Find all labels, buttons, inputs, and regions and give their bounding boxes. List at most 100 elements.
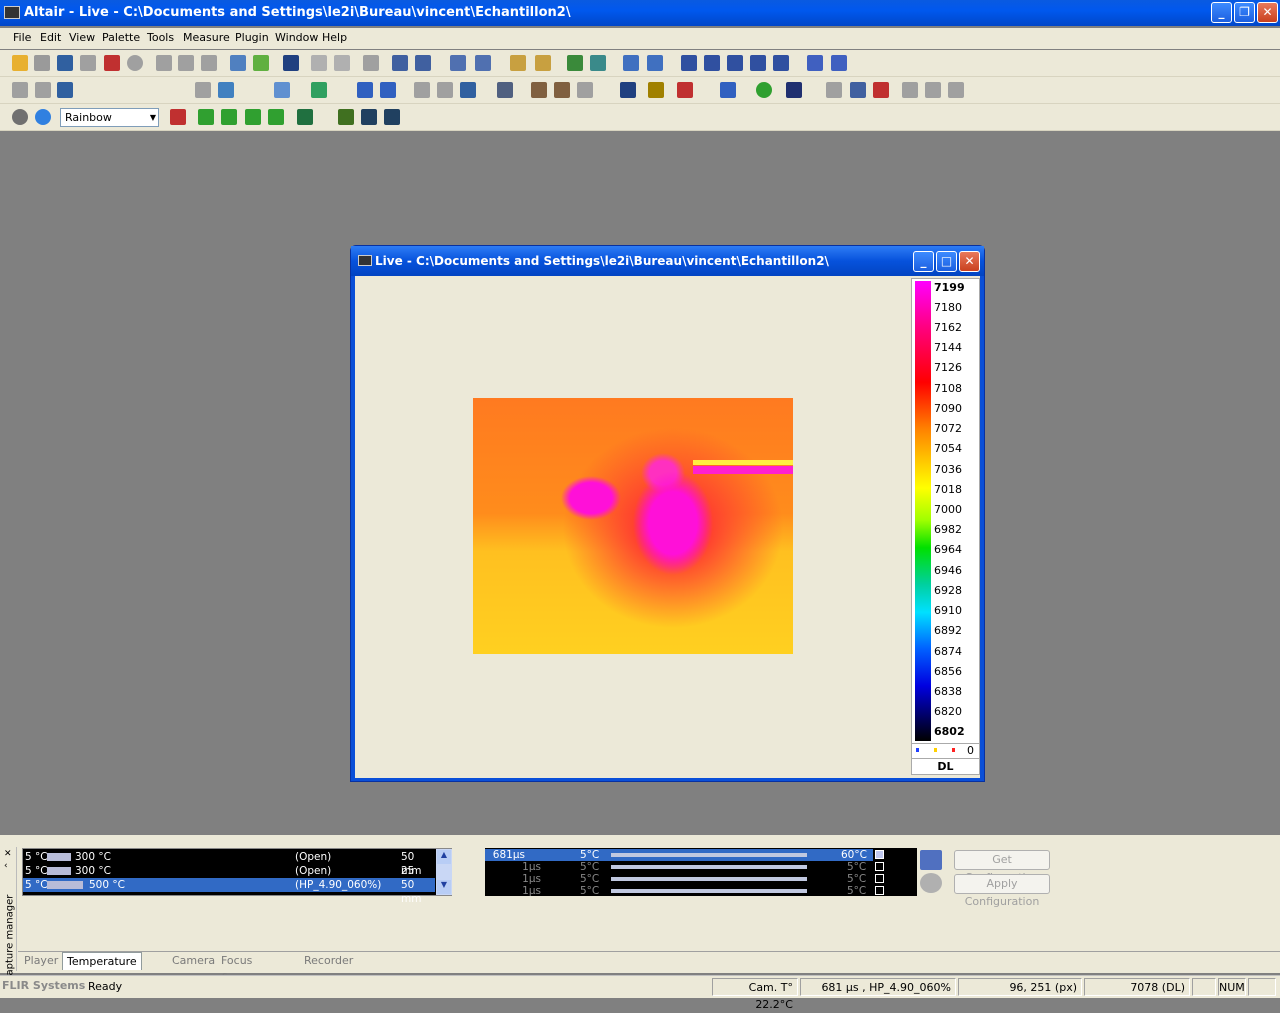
menu-window[interactable]: Window: [275, 31, 318, 44]
histogram-icon[interactable]: [497, 82, 513, 98]
redo-icon[interactable]: [334, 55, 350, 71]
integration-slider[interactable]: [611, 877, 807, 881]
flip-horizontal-icon[interactable]: [357, 82, 373, 98]
capture-manager-side-tab[interactable]: ✕ ‹ Capture manager: [0, 847, 17, 983]
menu-view[interactable]: View: [69, 31, 95, 44]
integration-checkbox[interactable]: [875, 862, 884, 871]
macro-icon[interactable]: [807, 55, 823, 71]
swap-icon[interactable]: [311, 82, 327, 98]
print-icon[interactable]: [363, 55, 379, 71]
crop-icon[interactable]: [620, 82, 636, 98]
list-item[interactable]: 5 °C 300 °C (Open) 50 mm: [23, 850, 435, 877]
panel-close-icon[interactable]: ✕: [4, 849, 12, 859]
integration-slider[interactable]: [611, 865, 807, 869]
rotate-icon[interactable]: [414, 82, 430, 98]
lens-list-scrollbar[interactable]: ▲ ▼: [436, 849, 452, 895]
integration-slider[interactable]: [611, 889, 807, 893]
auto-range2-icon[interactable]: [221, 109, 237, 125]
menu-plugin[interactable]: Plugin: [235, 31, 269, 44]
list-item[interactable]: 5 °C 300 °C (Open) 25 mm: [23, 864, 435, 891]
tool-b-icon[interactable]: [218, 82, 234, 98]
thermal-image[interactable]: [473, 398, 793, 654]
copy-icon[interactable]: [230, 55, 246, 71]
list-item[interactable]: 1µs 5°C 5°C: [485, 861, 873, 873]
color-wheel-gray-icon[interactable]: [12, 109, 28, 125]
list-item-selected[interactable]: 681µs 5°C 60°C: [485, 849, 873, 861]
cube3-icon[interactable]: [750, 55, 766, 71]
tab-player[interactable]: Player: [24, 952, 58, 970]
scroll-down-icon[interactable]: ▼: [437, 880, 451, 894]
zoom-icon[interactable]: [531, 82, 547, 98]
line-icon[interactable]: [677, 82, 693, 98]
minimize-button[interactable]: _: [1211, 2, 1232, 23]
trigger-icon[interactable]: [535, 55, 551, 71]
plot-icon[interactable]: [850, 82, 866, 98]
apply-configuration-button[interactable]: Apply Configuration: [954, 874, 1050, 908]
integration-checkbox[interactable]: [875, 874, 884, 883]
restore-button[interactable]: ❐: [1234, 2, 1255, 23]
integration-checkbox[interactable]: [875, 886, 884, 895]
window-b-icon[interactable]: [925, 82, 941, 98]
integration-slider[interactable]: [611, 853, 807, 857]
live-maximize-button[interactable]: □: [936, 251, 957, 272]
undo-icon[interactable]: [311, 55, 327, 71]
open-icon[interactable]: [12, 55, 28, 71]
zoom-fit-icon[interactable]: [590, 55, 606, 71]
auto-range3-icon[interactable]: [245, 109, 261, 125]
profile-icon[interactable]: [623, 55, 639, 71]
zoom-out-icon[interactable]: [554, 82, 570, 98]
cube4-icon[interactable]: [773, 55, 789, 71]
layout-icon[interactable]: [274, 82, 290, 98]
color-wheel-icon[interactable]: [35, 109, 51, 125]
record-icon[interactable]: [104, 55, 120, 71]
integration-checkbox[interactable]: [875, 850, 884, 859]
cube2-icon[interactable]: [727, 55, 743, 71]
menu-tools[interactable]: Tools: [147, 31, 174, 44]
camera-icon[interactable]: [57, 82, 73, 98]
rectangle-icon[interactable]: [720, 82, 736, 98]
range-icon[interactable]: [170, 109, 186, 125]
grid-icon[interactable]: [567, 55, 583, 71]
palette-select[interactable]: Rainbow ▼: [60, 108, 159, 127]
close-button[interactable]: ✕: [1257, 2, 1278, 23]
window-c-icon[interactable]: [948, 82, 964, 98]
open-sequence-icon[interactable]: [34, 55, 50, 71]
cut-icon[interactable]: [156, 55, 172, 71]
stop-icon[interactable]: [80, 55, 96, 71]
rotate2-icon[interactable]: [437, 82, 453, 98]
frame2-icon[interactable]: [35, 82, 51, 98]
table-icon[interactable]: [826, 82, 842, 98]
agc-icon[interactable]: [268, 109, 284, 125]
tab-recorder[interactable]: Recorder: [304, 952, 353, 970]
snapshot-icon[interactable]: [127, 55, 143, 71]
filter-icon[interactable]: [510, 55, 526, 71]
cascade-icon[interactable]: [361, 109, 377, 125]
zoom-options-icon[interactable]: [577, 82, 593, 98]
send-config-icon[interactable]: [920, 850, 942, 870]
panel-pin-icon[interactable]: ‹: [4, 861, 8, 871]
display-icon[interactable]: [283, 55, 299, 71]
window-a-icon[interactable]: [902, 82, 918, 98]
tab-camera[interactable]: Camera: [172, 952, 215, 970]
macro-edit-icon[interactable]: [831, 55, 847, 71]
cube-icon[interactable]: [704, 55, 720, 71]
list-item-selected[interactable]: 5 °C 500 °C (HP_4.90_060%) 50 mm: [23, 878, 435, 905]
camera2-icon[interactable]: [460, 82, 476, 98]
menu-measure[interactable]: Measure: [183, 31, 230, 44]
tile-icon[interactable]: [384, 109, 400, 125]
list-item[interactable]: 1µs 5°C 5°C: [485, 873, 873, 885]
point-icon[interactable]: [648, 82, 664, 98]
tab-temperature-range[interactable]: Temperature range: [62, 952, 142, 985]
frame-icon[interactable]: [12, 82, 28, 98]
emissivity-icon[interactable]: [450, 55, 466, 71]
forward-icon[interactable]: [201, 55, 217, 71]
help-icon[interactable]: [392, 55, 408, 71]
delete-plot-icon[interactable]: [873, 82, 889, 98]
matrix-icon[interactable]: [681, 55, 697, 71]
menu-help[interactable]: Help: [322, 31, 347, 44]
erase-icon[interactable]: [178, 55, 194, 71]
scroll-up-icon[interactable]: ▲: [437, 850, 451, 864]
ellipse-icon[interactable]: [756, 82, 772, 98]
auto-range-icon[interactable]: [198, 109, 214, 125]
live-close-button[interactable]: ✕: [959, 251, 980, 272]
